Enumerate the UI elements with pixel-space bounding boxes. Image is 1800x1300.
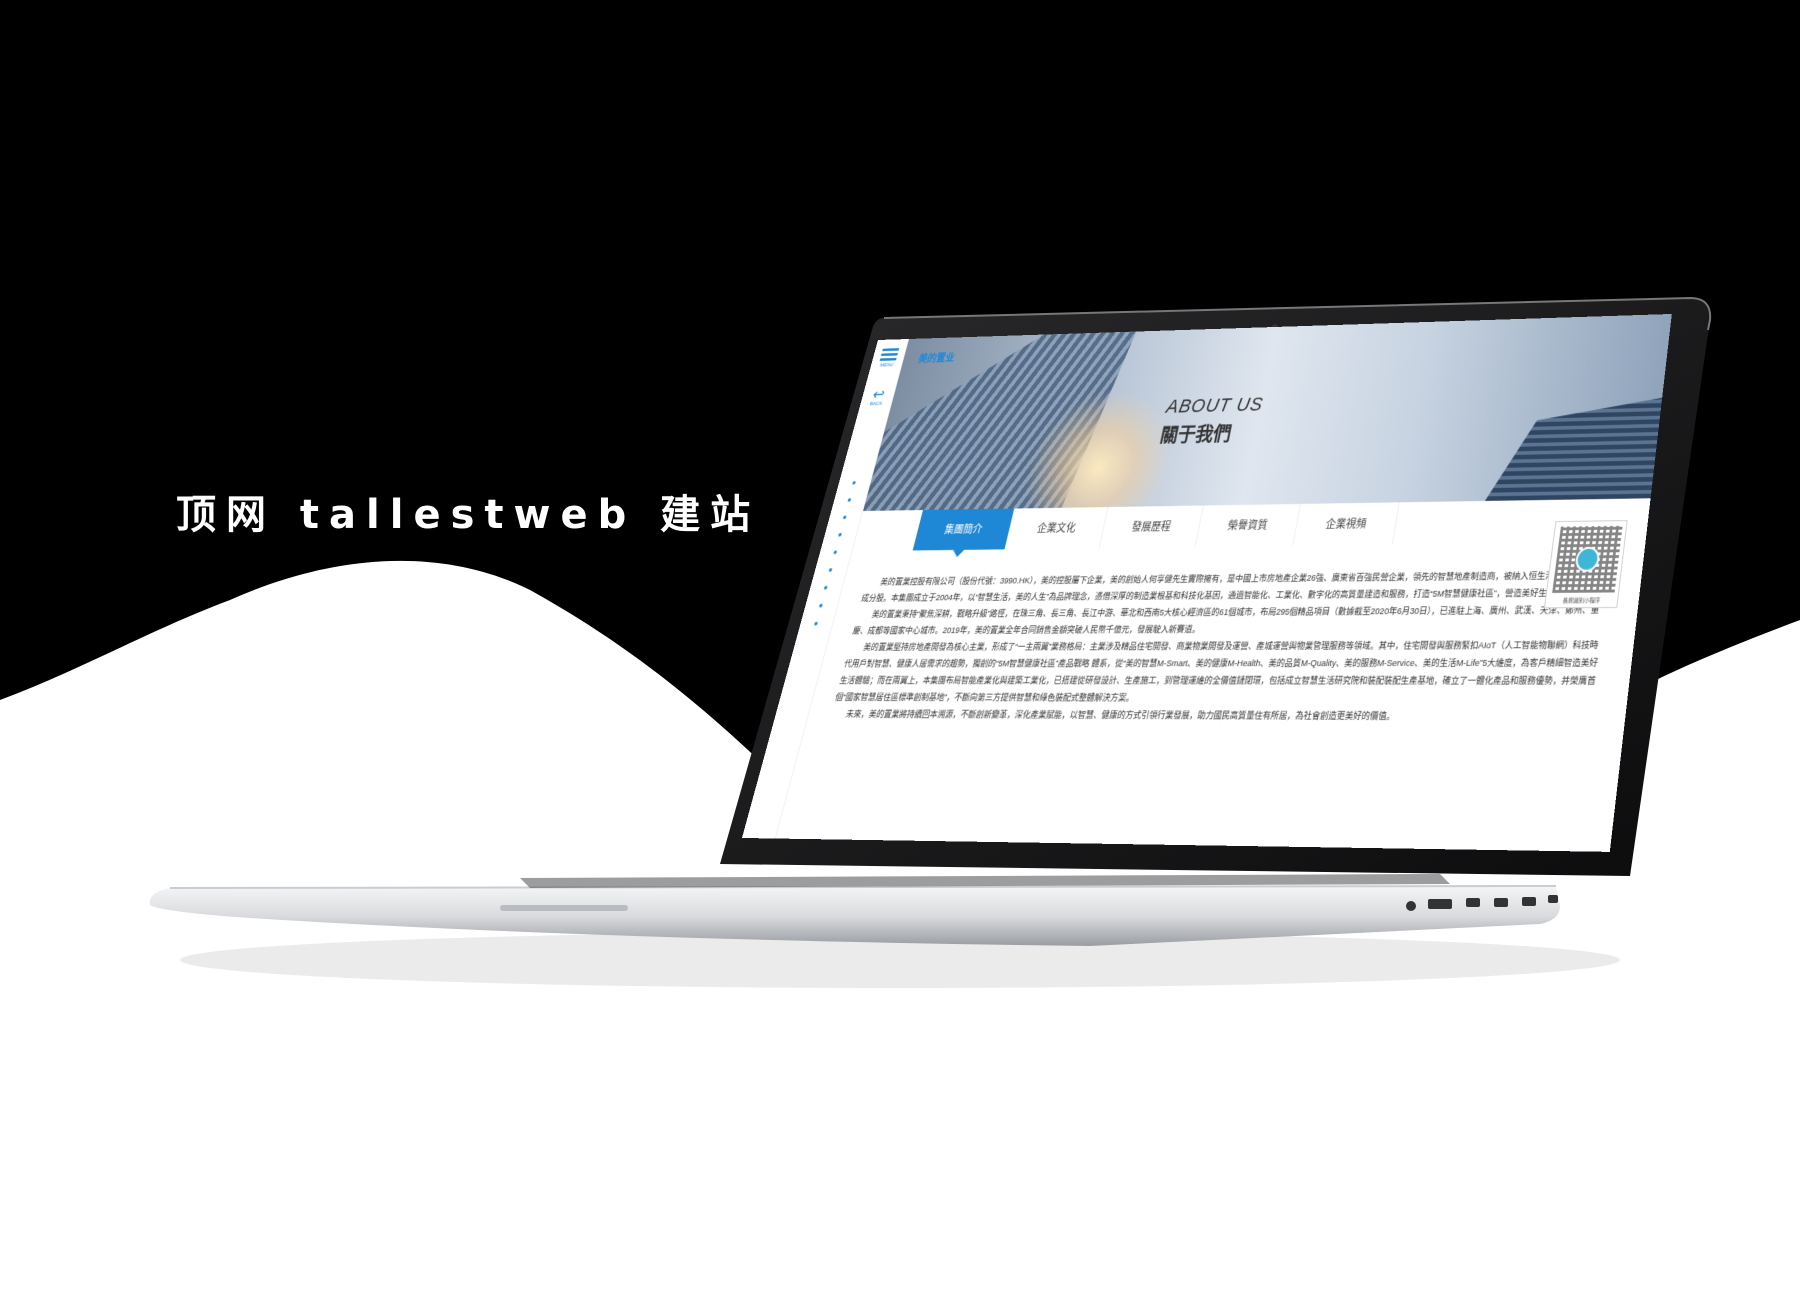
building-image [1485,398,1662,501]
section-dot[interactable] [823,585,828,590]
back-arrow-icon: ↩ [870,385,887,403]
section-dot[interactable] [842,515,847,520]
qr-caption: 長按識別小程序 [1562,598,1601,605]
intro-paragraph: 美的置業控股有限公司（股份代號：3990.HK），美的控股屬下企業，美的創始人何… [860,570,1610,604]
tab-videos[interactable]: 企業視頻 [1293,502,1400,546]
intro-paragraph: 美的置業秉持“聚焦深耕，戰略升級”路徑，在珠三角、長三角、長江中游、華北和西南5… [851,605,1600,637]
hero-banner: ABOUT US 關于我們 [863,313,1672,511]
tab-honors[interactable]: 榮譽資質 [1195,503,1301,548]
section-dot[interactable] [838,532,843,537]
laptop-base [149,886,1560,946]
menu-label: MENU [879,362,894,369]
section-dot[interactable] [852,481,857,485]
website-screen: MENU ↩ BACK ABOUT US 關于我們 美的置业 集團簡介 企業文化… [741,313,1672,852]
section-dot[interactable] [818,603,823,608]
intro-paragraph: 美的置業堅持房地產開發為核心主業，形成了“一主兩翼”業務格局：主業涉及精品住宅開… [834,640,1599,704]
section-dot[interactable] [847,498,852,502]
intro-paragraph: 未來，美的置業將持續回本溯源，不斷創新變革，深化產業賦能，以智慧、健康的方式引領… [844,709,1396,723]
mini-program-qr[interactable]: 長按識別小程序 [1543,520,1628,609]
section-dot[interactable] [833,550,838,555]
tab-history[interactable]: 發展歷程 [1099,505,1204,549]
hamburger-icon [877,348,903,361]
tab-culture[interactable]: 企業文化 [1005,507,1109,550]
back-label: BACK [869,401,883,407]
tab-group-intro[interactable]: 集團簡介 [912,508,1015,551]
hero-title: ABOUT US 關于我們 [1158,393,1265,447]
section-dot[interactable] [828,568,833,572]
intro-text: 美的置業控股有限公司（股份代號：3990.HK），美的控股屬下企業，美的創始人何… [829,568,1616,727]
back-button[interactable]: ↩ BACK [864,385,892,407]
section-dot[interactable] [813,621,819,626]
menu-button[interactable]: MENU [875,346,903,369]
hero-title-zh: 關于我們 [1158,422,1234,446]
hero-title-en: ABOUT US [1164,393,1266,418]
site-logo[interactable]: 美的置业 [917,350,957,365]
about-tabs: 集團簡介 企業文化 發展歷程 榮譽資質 企業視頻 [912,502,1400,551]
